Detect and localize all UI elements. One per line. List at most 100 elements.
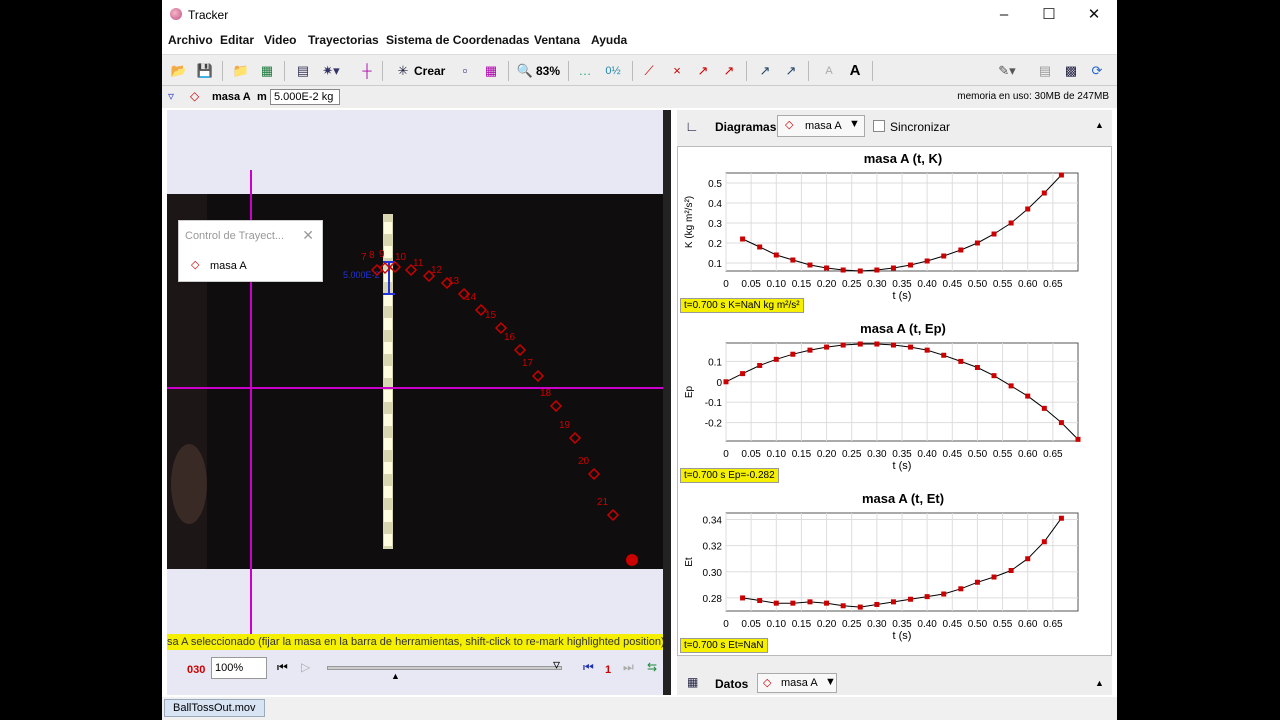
data-point[interactable]: [840, 603, 846, 609]
data-point[interactable]: [757, 598, 763, 604]
data-point[interactable]: [941, 253, 947, 259]
data-point[interactable]: [1025, 393, 1031, 399]
data-point[interactable]: [991, 231, 997, 237]
data-point[interactable]: [740, 595, 746, 601]
data-point[interactable]: [941, 591, 947, 597]
data-point[interactable]: [757, 362, 763, 368]
data-point[interactable]: [958, 247, 964, 253]
data-point[interactable]: [874, 341, 880, 347]
pencil-icon[interactable]: ✎▾: [998, 61, 1016, 81]
skip-back-icon[interactable]: ⏮: [277, 660, 288, 675]
close-icon[interactable]: ✕: [1072, 4, 1116, 26]
frame-counter[interactable]: 030: [187, 664, 205, 676]
import-icon[interactable]: 📁: [232, 61, 250, 81]
labels-icon[interactable]: 0½: [604, 61, 622, 81]
datos-tab[interactable]: Datos: [715, 677, 748, 691]
data-point[interactable]: [1041, 539, 1047, 545]
track-menu-icon[interactable]: ▿: [168, 89, 174, 103]
data-point[interactable]: [790, 351, 796, 357]
zoom-icon[interactable]: 🔍: [516, 61, 534, 81]
track-point[interactable]: [568, 431, 582, 445]
current-point[interactable]: [626, 554, 638, 566]
vector-m-icon[interactable]: ↗: [782, 61, 800, 81]
data-point[interactable]: [1025, 556, 1031, 562]
data-point[interactable]: [908, 596, 914, 602]
path-icon[interactable]: ⟋: [640, 61, 658, 81]
data-point[interactable]: [857, 604, 863, 610]
menu-sistema-coordenadas[interactable]: Sistema de Coordenadas: [386, 33, 529, 47]
notes-icon[interactable]: ▤: [1036, 61, 1054, 81]
sync-checkbox[interactable]: [873, 120, 885, 132]
data-point[interactable]: [723, 379, 729, 385]
menu-ayuda[interactable]: Ayuda: [591, 33, 627, 47]
mass-field[interactable]: 5.000E-2 kg: [270, 89, 340, 105]
data-point[interactable]: [924, 594, 930, 600]
data-point[interactable]: [924, 258, 930, 264]
zoom-level[interactable]: 83%: [536, 61, 560, 81]
data-point[interactable]: [790, 257, 796, 263]
collapse-icon[interactable]: ▲: [1095, 678, 1104, 688]
loop-icon[interactable]: ⇆: [647, 660, 657, 674]
data-point[interactable]: [991, 373, 997, 379]
data-point[interactable]: [1008, 567, 1014, 573]
menu-trayectorias[interactable]: Trayectorias: [308, 33, 379, 47]
plot-2[interactable]: masa A (t, Et) 0 0.05 0.10 0.15 0.20 0.25 0.30 0…: [678, 487, 1111, 655]
data-point[interactable]: [1008, 383, 1014, 389]
mark-icon[interactable]: ▦: [482, 61, 500, 81]
timeline-slider[interactable]: [327, 666, 562, 670]
menu-video[interactable]: Video: [264, 33, 296, 47]
slider-thumb-icon[interactable]: ▿: [553, 656, 560, 673]
menu-archivo[interactable]: Archivo: [168, 33, 213, 47]
data-point[interactable]: [941, 352, 947, 358]
data-point[interactable]: [890, 265, 896, 271]
calibration-icon[interactable]: ✷▾: [322, 61, 340, 81]
split-divider[interactable]: [663, 110, 671, 695]
start-marker-icon[interactable]: ▲: [391, 671, 400, 681]
data-point[interactable]: [740, 236, 746, 242]
position-icon[interactable]: ×: [668, 61, 686, 81]
data-point[interactable]: [773, 600, 779, 606]
data-point[interactable]: [1041, 190, 1047, 196]
create-track-icon[interactable]: ✳: [394, 61, 412, 81]
data-point[interactable]: [1075, 436, 1081, 442]
save-icon[interactable]: 💾: [196, 61, 214, 81]
data-point[interactable]: [857, 268, 863, 274]
data-point[interactable]: [958, 586, 964, 592]
data-point[interactable]: [807, 262, 813, 268]
step-size[interactable]: 1: [605, 664, 611, 676]
chevron-down-icon[interactable]: ▼: [849, 118, 860, 130]
data-point[interactable]: [773, 252, 779, 258]
track-point[interactable]: [513, 343, 527, 357]
step-forward-icon[interactable]: ⏭: [623, 660, 634, 675]
data-point[interactable]: [974, 365, 980, 370]
diagramas-tab[interactable]: Diagramas: [715, 120, 776, 134]
plot-1[interactable]: masa A (t, Ep)0 0.05 0.10 0.15 0.20 0.25 0.30 0…: [678, 317, 1111, 485]
track-point[interactable]: [587, 467, 601, 481]
data-point[interactable]: [824, 600, 830, 606]
step-back-icon[interactable]: ⏮: [583, 660, 594, 675]
refresh-icon[interactable]: ⟳: [1088, 61, 1106, 81]
data-point[interactable]: [991, 574, 997, 580]
maximize-icon[interactable]: ☐: [1027, 4, 1071, 26]
data-point[interactable]: [908, 344, 914, 350]
font-larger-icon[interactable]: A: [846, 61, 864, 81]
data-point[interactable]: [807, 599, 813, 605]
data-point[interactable]: [824, 344, 830, 350]
velocity-icon[interactable]: ↗: [694, 61, 712, 81]
font-smaller-icon[interactable]: A: [820, 61, 838, 81]
track-point[interactable]: [549, 399, 563, 413]
clip-settings-icon[interactable]: ▤: [294, 61, 312, 81]
track-point[interactable]: [606, 508, 620, 522]
data-point[interactable]: [824, 265, 830, 271]
data-point[interactable]: [790, 600, 796, 606]
data-point[interactable]: [773, 356, 779, 362]
collapse-icon[interactable]: ▲: [1095, 120, 1104, 130]
data-point[interactable]: [1058, 420, 1064, 426]
data-point[interactable]: [740, 371, 746, 377]
window-icon[interactable]: ▩: [1062, 61, 1080, 81]
track-point[interactable]: [531, 369, 545, 383]
data-point[interactable]: [874, 267, 880, 273]
play-icon[interactable]: ▷: [301, 660, 310, 674]
file-tab[interactable]: BallTossOut.mov: [164, 699, 265, 717]
export-icon[interactable]: ▦: [258, 61, 276, 81]
